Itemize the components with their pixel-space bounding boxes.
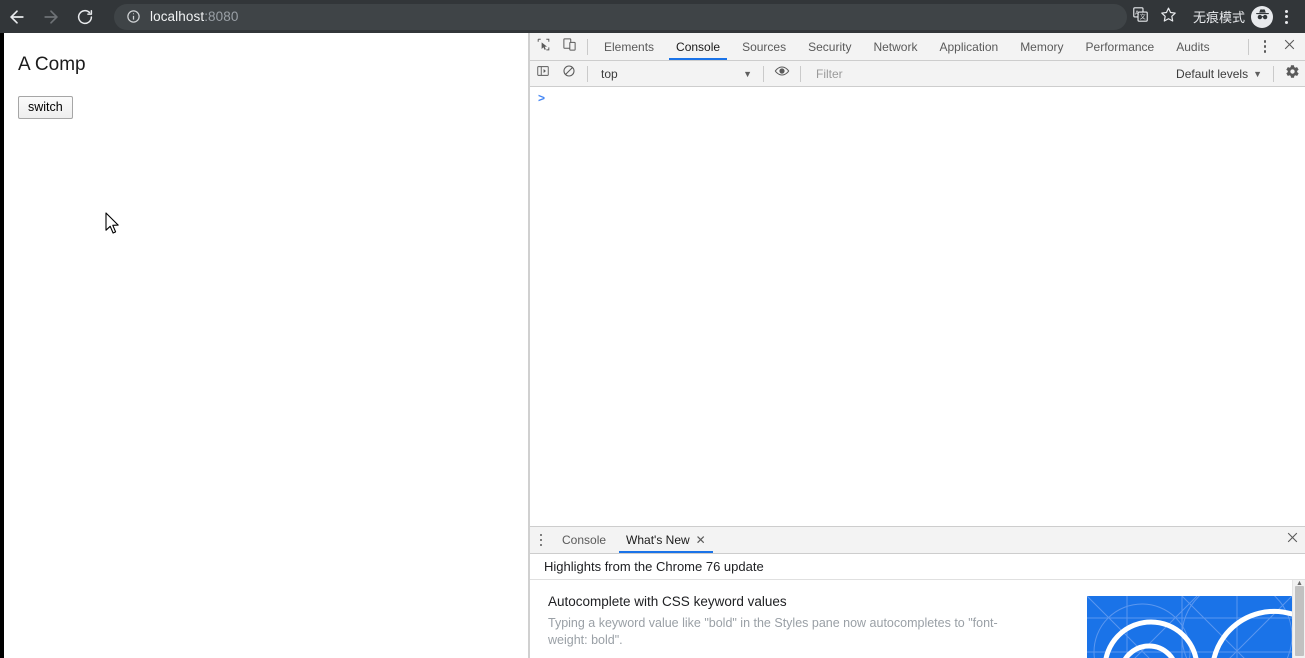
toolbar-separator [1273,65,1274,82]
browser-menu-button[interactable] [1273,0,1299,33]
device-toolbar-toggle-button[interactable] [556,34,582,60]
toolbar-separator [800,65,801,82]
whats-new-entry-title: Autocomplete with CSS keyword values [548,594,787,609]
close-icon [1286,531,1299,549]
toolbar-separator [763,65,764,82]
console-levels-select[interactable]: Default levels ▼ [1176,67,1268,81]
devtools-settings-button[interactable] [1279,61,1305,87]
whats-new-header: Highlights from the Chrome 76 update [530,554,1305,580]
incognito-avatar-button[interactable] [1251,5,1273,28]
browser-window: localhost:8080 文A 无痕模式 A Comp switch Ele… [0,0,1305,658]
drawer-tab-label: Console [562,533,607,547]
whats-new-body: Autocomplete with CSS keyword values Typ… [530,580,1305,658]
inspect-element-icon [536,37,551,57]
incognito-mode-label: 无痕模式 [1192,11,1245,26]
mouse-arrow-cursor [105,212,121,236]
toolbar-separator [587,38,588,55]
tab-sources[interactable]: Sources [731,33,797,60]
address-bar[interactable]: localhost:8080 [114,3,1127,30]
page-viewport: A Comp switch [0,33,528,658]
toolbar-separator [1248,38,1249,55]
devtools-close-button[interactable] [1276,34,1302,60]
scrollbar-thumb[interactable] [1295,586,1304,656]
tab-network[interactable]: Network [862,33,928,60]
page-content: A Comp switch [4,33,528,119]
tab-application[interactable]: Application [928,33,1009,60]
three-dot-menu-icon [539,533,543,537]
whats-new-entry: Autocomplete with CSS keyword values Typ… [530,580,1030,658]
whats-new-figure [1087,596,1292,658]
drawer-menu-button[interactable] [530,527,552,553]
devtools-drawer: Console What's New ✕ Highlights from the… [530,526,1305,658]
clear-console-icon [562,64,576,83]
url-port: :8080 [204,9,239,24]
arrow-back-icon [7,7,27,27]
reload-icon [76,8,94,26]
switch-button[interactable]: switch [18,95,73,119]
console-output-area[interactable]: > [530,87,1305,526]
console-prompt-chevron-icon: > [538,91,546,105]
page-title: A Comp [18,54,86,75]
three-dot-menu-icon [1284,9,1288,13]
three-dot-menu-icon [1263,40,1267,43]
console-sidebar-toggle-icon [536,64,550,83]
toolbar-separator [587,65,588,82]
chevron-down-icon: ▼ [1253,68,1262,79]
drawer-tab-console[interactable]: Console [552,527,616,553]
tab-console[interactable]: Console [665,33,731,60]
live-expression-eye-icon [774,63,790,84]
address-bar-url: localhost:8080 [150,9,238,24]
device-toolbar-icon [562,37,577,57]
drawer-tab-label: What's New [626,533,690,547]
devtools-tabbar: Elements Console Sources Security Networ… [530,33,1305,61]
incognito-avatar-icon [1254,6,1271,28]
reload-button[interactable] [68,0,102,33]
console-sidebar-toggle-button[interactable] [530,61,556,87]
drawer-tab-whats-new[interactable]: What's New ✕ [616,527,716,553]
url-host: localhost [150,9,205,24]
browser-toolbar: localhost:8080 文A 无痕模式 [0,0,1305,33]
drawer-tab-close-icon[interactable]: ✕ [696,534,706,546]
console-levels-value: Default levels [1176,66,1249,81]
clear-console-button[interactable] [556,61,582,87]
translate-icon: 文A [1132,6,1149,28]
console-context-select[interactable]: top ▼ [593,64,758,84]
whats-new-scrollbar[interactable]: ▲ [1292,580,1305,658]
tab-audits[interactable]: Audits [1165,33,1220,60]
blueprint-graphic-icon [1087,596,1292,658]
close-icon [1283,38,1296,56]
tab-security[interactable]: Security [797,33,862,60]
devtools-more-button[interactable] [1254,34,1276,60]
star-icon [1160,6,1177,28]
devtools-panel: Elements Console Sources Security Networ… [530,33,1305,658]
bookmark-button[interactable] [1155,0,1183,33]
drawer-close-button[interactable] [1279,527,1305,553]
console-filter-input[interactable]: Filter [806,64,1176,84]
tab-performance[interactable]: Performance [1075,33,1166,60]
live-expression-button[interactable] [769,61,795,87]
tab-memory[interactable]: Memory [1009,33,1074,60]
console-input-prompt[interactable]: > [538,91,545,105]
tab-elements[interactable]: Elements [593,33,665,60]
console-context-value: top [601,66,618,81]
console-toolbar: top ▼ Filter Default levels ▼ [530,61,1305,87]
inspect-element-button[interactable] [530,34,556,60]
gear-icon [1285,64,1300,84]
drawer-tabbar: Console What's New ✕ [530,527,1305,554]
back-button[interactable] [0,0,34,33]
devtools-tabbar-actions [1243,34,1305,60]
browser-toolbar-actions: 文A 无痕模式 [1127,0,1305,33]
info-circle-icon[interactable] [126,9,141,24]
forward-button[interactable] [34,0,68,33]
chevron-down-icon: ▼ [743,68,752,79]
svg-text:A: A [1136,10,1140,16]
arrow-forward-icon [41,7,61,27]
whats-new-entry-description: Typing a keyword value like "bold" in th… [548,616,998,647]
translate-button[interactable]: 文A [1127,0,1155,33]
